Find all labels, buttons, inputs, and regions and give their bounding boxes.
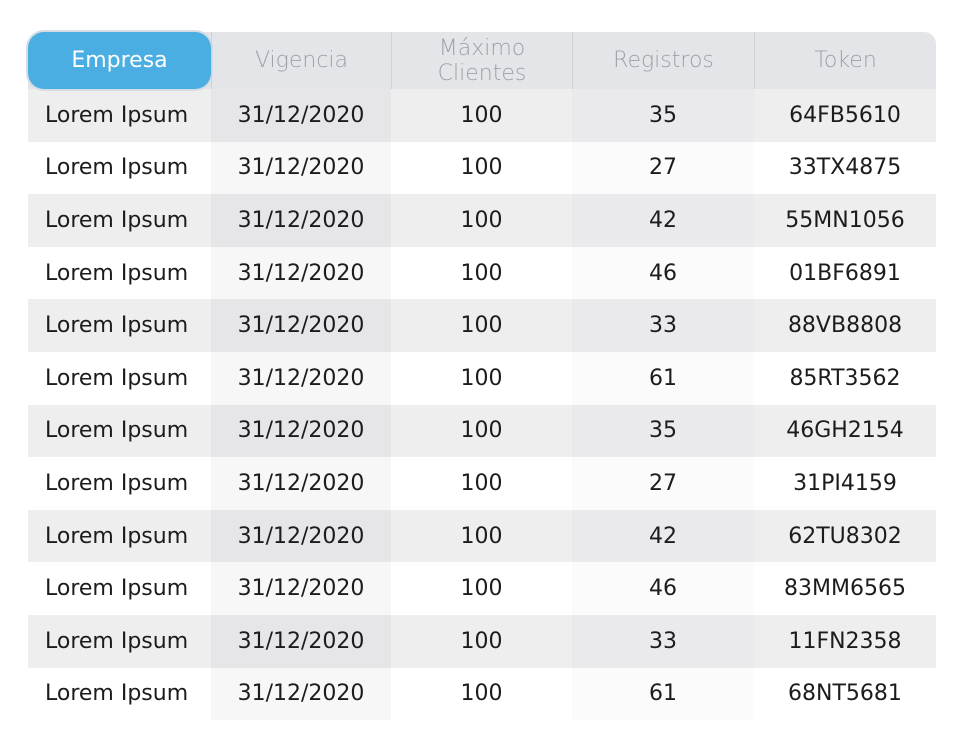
token-cell: 46GH2154 [754, 404, 936, 458]
column-header-vigencia[interactable]: Vigencia [211, 32, 391, 89]
empresa-cell: Lorem Ipsum [28, 89, 211, 142]
maximo-clientes-cell: 100 [391, 614, 572, 668]
registros-cell: 42 [572, 194, 754, 247]
maximo-clientes-cell: 100 [391, 667, 572, 721]
table-row[interactable]: Lorem Ipsum 31/12/2020 100 33 88VB8808 [28, 299, 936, 352]
vigencia-cell: 31/12/2020 [211, 141, 391, 195]
vigencia-cell: 31/12/2020 [211, 299, 391, 352]
empresa-cell: Lorem Ipsum [28, 404, 211, 458]
token-cell: 83MM6565 [754, 562, 936, 615]
maximo-clientes-cell: 100 [391, 246, 572, 300]
token-cell: 55MN1056 [754, 194, 936, 247]
table-body: Lorem Ipsum 31/12/2020 100 35 64FB5610 Lorem … [28, 89, 936, 721]
empresa-cell: Lorem Ipsum [28, 246, 211, 300]
token-cell: 33TX4875 [754, 141, 936, 195]
vigencia-cell: 31/12/2020 [211, 246, 391, 300]
table-row[interactable]: Lorem Ipsum 31/12/2020 100 33 11FN2358 [28, 614, 936, 668]
vigencia-cell: 31/12/2020 [211, 351, 391, 405]
token-cell: 62TU8302 [754, 509, 936, 563]
registros-cell: 61 [572, 351, 754, 405]
maximo-clientes-cell: 100 [391, 299, 572, 352]
table-row[interactable]: Lorem Ipsum 31/12/2020 100 35 64FB5610 [28, 89, 936, 142]
token-cell: 31PI4159 [754, 457, 936, 510]
column-header-token[interactable]: Token [754, 32, 936, 89]
registros-cell: 33 [572, 299, 754, 352]
token-cell: 64FB5610 [754, 89, 936, 142]
token-cell: 88VB8808 [754, 299, 936, 352]
vigencia-cell: 31/12/2020 [211, 194, 391, 247]
vigencia-cell: 31/12/2020 [211, 562, 391, 615]
registros-cell: 27 [572, 457, 754, 510]
empresa-cell: Lorem Ipsum [28, 562, 211, 615]
registros-cell: 35 [572, 404, 754, 458]
empresa-cell: Lorem Ipsum [28, 351, 211, 405]
token-cell: 68NT5681 [754, 667, 936, 721]
table-row[interactable]: Lorem Ipsum 31/12/2020 100 27 33TX4875 [28, 141, 936, 195]
table-row[interactable]: Lorem Ipsum 31/12/2020 100 61 68NT5681 [28, 667, 936, 721]
empresa-cell: Lorem Ipsum [28, 194, 211, 247]
table-row[interactable]: Lorem Ipsum 31/12/2020 100 27 31PI4159 [28, 457, 936, 510]
empresa-cell: Lorem Ipsum [28, 141, 211, 195]
table-row[interactable]: Lorem Ipsum 31/12/2020 100 46 01BF6891 [28, 246, 936, 300]
vigencia-cell: 31/12/2020 [211, 509, 391, 563]
maximo-clientes-cell: 100 [391, 562, 572, 615]
empresa-cell: Lorem Ipsum [28, 457, 211, 510]
vigencia-cell: 31/12/2020 [211, 457, 391, 510]
maximo-clientes-cell: 100 [391, 351, 572, 405]
maximo-clientes-cell: 100 [391, 404, 572, 458]
data-table: Empresa Vigencia Máximo Clientes Registr… [28, 32, 936, 721]
table-row[interactable]: Lorem Ipsum 31/12/2020 100 42 55MN1056 [28, 194, 936, 247]
maximo-clientes-cell: 100 [391, 141, 572, 195]
maximo-clientes-cell: 100 [391, 194, 572, 247]
vigencia-cell: 31/12/2020 [211, 614, 391, 668]
registros-cell: 33 [572, 614, 754, 668]
maximo-clientes-cell: 100 [391, 89, 572, 142]
column-header-registros[interactable]: Registros [572, 32, 754, 89]
registros-cell: 27 [572, 141, 754, 195]
registros-cell: 35 [572, 89, 754, 142]
table-row[interactable]: Lorem Ipsum 31/12/2020 100 42 62TU8302 [28, 509, 936, 563]
maximo-clientes-cell: 100 [391, 509, 572, 563]
registros-cell: 46 [572, 246, 754, 300]
vigencia-cell: 31/12/2020 [211, 667, 391, 721]
column-header-empresa[interactable]: Empresa [28, 32, 211, 89]
registros-cell: 46 [572, 562, 754, 615]
empresa-cell: Lorem Ipsum [28, 667, 211, 721]
registros-cell: 61 [572, 667, 754, 721]
registros-cell: 42 [572, 509, 754, 563]
token-cell: 11FN2358 [754, 614, 936, 668]
table-row[interactable]: Lorem Ipsum 31/12/2020 100 61 85RT3562 [28, 351, 936, 405]
empresa-cell: Lorem Ipsum [28, 509, 211, 563]
table-header: Empresa Vigencia Máximo Clientes Registr… [28, 32, 936, 89]
empresa-cell: Lorem Ipsum [28, 614, 211, 668]
maximo-clientes-cell: 100 [391, 457, 572, 510]
token-cell: 85RT3562 [754, 351, 936, 405]
vigencia-cell: 31/12/2020 [211, 404, 391, 458]
token-cell: 01BF6891 [754, 246, 936, 300]
table-row[interactable]: Lorem Ipsum 31/12/2020 100 46 83MM6565 [28, 562, 936, 615]
column-header-maximo-clientes[interactable]: Máximo Clientes [391, 32, 572, 89]
vigencia-cell: 31/12/2020 [211, 89, 391, 142]
table-row[interactable]: Lorem Ipsum 31/12/2020 100 35 46GH2154 [28, 404, 936, 458]
empresa-cell: Lorem Ipsum [28, 299, 211, 352]
